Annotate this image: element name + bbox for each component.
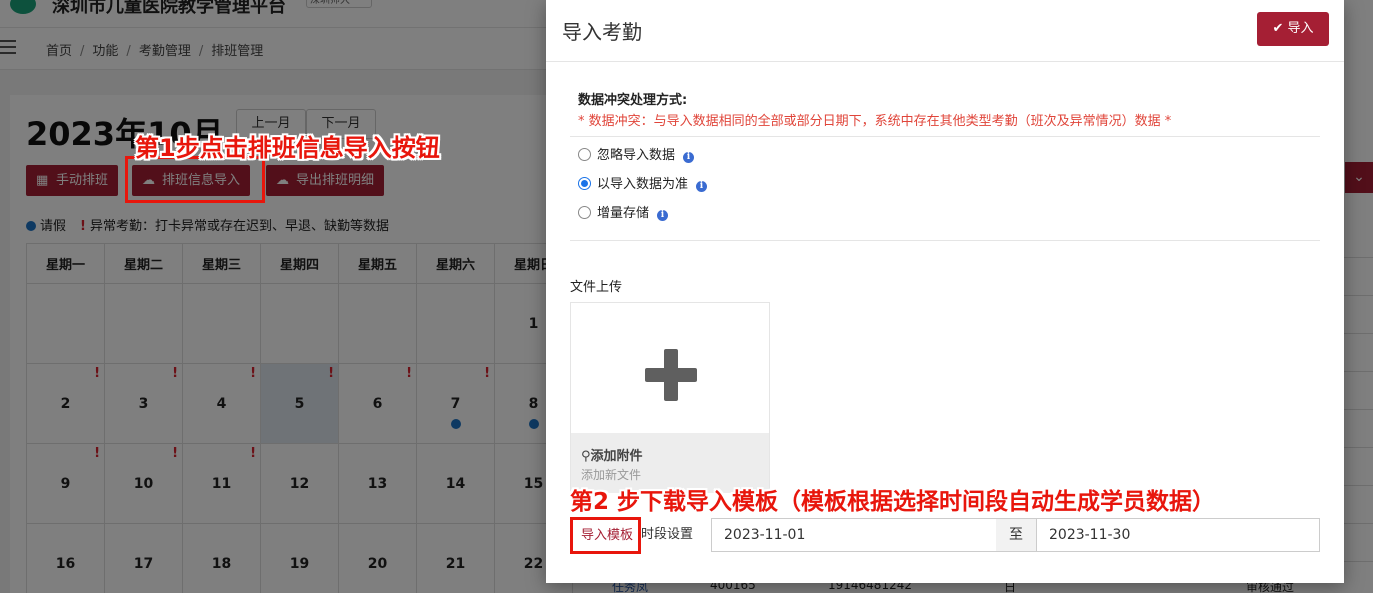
step1-highlight-box (125, 156, 265, 203)
paperclip-icon: ⚲ (581, 449, 591, 464)
radio-incremental[interactable] (578, 206, 591, 219)
option-import-priority-label: 以导入数据为准 (597, 177, 689, 192)
step2-annotation: 第2 步下载导入模板（模板根据选择时间段自动生成学员数据） (570, 489, 1216, 515)
plus-icon (645, 349, 697, 401)
period-label: 时段设置 (641, 527, 694, 542)
option-incremental[interactable]: 增量存储 i (578, 206, 669, 222)
date-to-input[interactable]: 2023-11-30 (1036, 518, 1320, 552)
step1-annotation: 第1步点击排班信息导入按钮 (135, 134, 440, 162)
step2-highlight-box (570, 517, 641, 554)
modal-title: 导入考勤 (562, 20, 642, 44)
divider (570, 136, 1320, 137)
info-icon[interactable]: i (696, 181, 708, 192)
divider (570, 240, 1320, 241)
attach-subtitle: 添加新文件 (581, 468, 642, 482)
import-submit-label: 导入 (1287, 21, 1314, 36)
info-icon[interactable]: i (683, 152, 695, 163)
radio-import-priority[interactable] (578, 177, 591, 190)
info-icon[interactable]: i (657, 210, 669, 221)
attach-title-text: 添加附件 (590, 449, 643, 464)
option-ignore-import[interactable]: 忽略导入数据 i (578, 148, 695, 164)
option-ignore-label: 忽略导入数据 (597, 148, 676, 163)
date-range-separator: 至 (996, 518, 1036, 552)
option-import-priority[interactable]: 以导入数据为准 i (578, 177, 708, 193)
file-upload-dropzone[interactable]: ⚲添加附件 添加新文件 (570, 302, 770, 493)
check-icon: ✔ (1272, 21, 1284, 36)
conflict-note: * 数据冲突：与导入数据相同的全部或部分日期下，系统中存在其他类型考勤（班次及异… (578, 114, 1172, 129)
radio-ignore[interactable] (578, 148, 591, 161)
attach-title: ⚲添加附件 (581, 445, 643, 464)
upload-label: 文件上传 (570, 280, 623, 295)
date-from-input[interactable]: 2023-11-01 (711, 518, 997, 552)
modal-header: 导入考勤 ✔ 导入 (546, 0, 1344, 62)
conflict-title: 数据冲突处理方式: (578, 93, 688, 108)
option-incremental-label: 增量存储 (597, 206, 650, 221)
import-submit-button[interactable]: ✔ 导入 (1257, 12, 1329, 46)
